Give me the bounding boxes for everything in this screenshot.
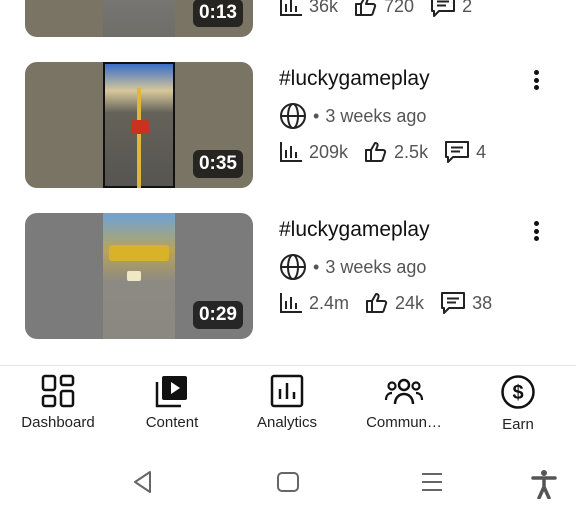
system-home-button[interactable] xyxy=(276,469,300,500)
duration-badge: 0:29 xyxy=(192,301,243,329)
video-stats: 209k 2.5k 4 xyxy=(279,140,502,164)
video-row[interactable]: 0:35 #luckygameplay • 3 weeks ago 209k 2… xyxy=(0,62,576,192)
video-meta: • 3 weeks ago xyxy=(279,102,426,130)
duration-badge: 0:35 xyxy=(192,150,243,178)
home-icon xyxy=(277,472,299,492)
nav-content[interactable]: Content xyxy=(117,374,227,431)
nav-label: Analytics xyxy=(256,414,318,431)
video-title[interactable]: #luckygameplay xyxy=(279,218,430,242)
system-back-button[interactable] xyxy=(130,469,156,500)
video-stats: 36k 720 2 xyxy=(279,0,488,18)
nav-analytics[interactable]: Analytics xyxy=(232,374,342,431)
views-icon xyxy=(280,142,302,162)
video-row[interactable]: 0:29 #luckygameplay • 3 weeks ago 2.4m 2… xyxy=(0,213,576,343)
meta-separator: • xyxy=(313,105,320,126)
video-stats: 2.4m 24k 38 xyxy=(279,291,508,315)
views-icon xyxy=(280,293,302,313)
video-meta: • 3 weeks ago xyxy=(279,253,426,281)
globe-icon xyxy=(280,103,306,129)
nav-label: Dashboard xyxy=(21,414,95,431)
globe-icon xyxy=(280,254,306,280)
posted-time: 3 weeks ago xyxy=(325,256,427,277)
comments-count: 38 xyxy=(472,292,493,313)
posted-time: 3 weeks ago xyxy=(325,105,427,126)
likes-count: 720 xyxy=(384,0,415,16)
system-accessibility-button[interactable] xyxy=(530,469,558,504)
views-count: 36k xyxy=(309,0,339,16)
nav-community[interactable]: Commun… xyxy=(349,374,459,431)
views-icon xyxy=(280,0,302,16)
likes-count: 2.5k xyxy=(394,141,429,162)
community-icon xyxy=(384,378,424,405)
duration-badge: 0:13 xyxy=(192,0,243,27)
comments-icon xyxy=(441,292,466,314)
nav-earn[interactable]: $ Earn xyxy=(463,374,573,433)
back-icon xyxy=(134,471,151,493)
video-thumbnail[interactable]: 0:29 xyxy=(25,213,253,339)
comments-count: 4 xyxy=(476,141,487,162)
analytics-icon xyxy=(270,374,304,408)
video-title[interactable]: #luckygameplay xyxy=(279,67,430,91)
system-nav-bar xyxy=(0,455,576,519)
svg-text:$: $ xyxy=(512,382,523,404)
recents-icon xyxy=(422,473,442,491)
more-options-button[interactable] xyxy=(526,67,546,93)
bottom-nav: Dashboard Content Analytics Commun… $ Ea… xyxy=(0,365,576,443)
comments-count: 2 xyxy=(462,0,473,16)
more-options-button[interactable] xyxy=(526,218,546,244)
content-icon xyxy=(155,376,187,408)
system-recents-button[interactable] xyxy=(420,469,444,500)
video-thumbnail[interactable]: 0:13 xyxy=(25,0,253,37)
accessibility-icon xyxy=(531,470,557,500)
video-thumbnail[interactable]: 0:35 xyxy=(25,62,253,188)
likes-count: 24k xyxy=(395,292,425,313)
nav-label: Earn xyxy=(502,416,534,433)
dashboard-icon xyxy=(41,374,75,408)
comments-icon xyxy=(431,0,456,17)
views-count: 209k xyxy=(309,141,349,162)
views-count: 2.4m xyxy=(309,292,350,313)
video-row[interactable]: 0:13 36k 720 2 xyxy=(0,0,576,41)
earn-icon: $ xyxy=(501,375,535,409)
like-icon xyxy=(365,142,387,162)
nav-dashboard[interactable]: Dashboard xyxy=(3,374,113,431)
comments-icon xyxy=(445,141,470,163)
like-icon xyxy=(355,0,377,16)
like-icon xyxy=(366,293,388,313)
nav-label: Content xyxy=(145,414,199,431)
meta-separator: • xyxy=(313,256,320,277)
nav-label: Commun… xyxy=(366,414,442,431)
